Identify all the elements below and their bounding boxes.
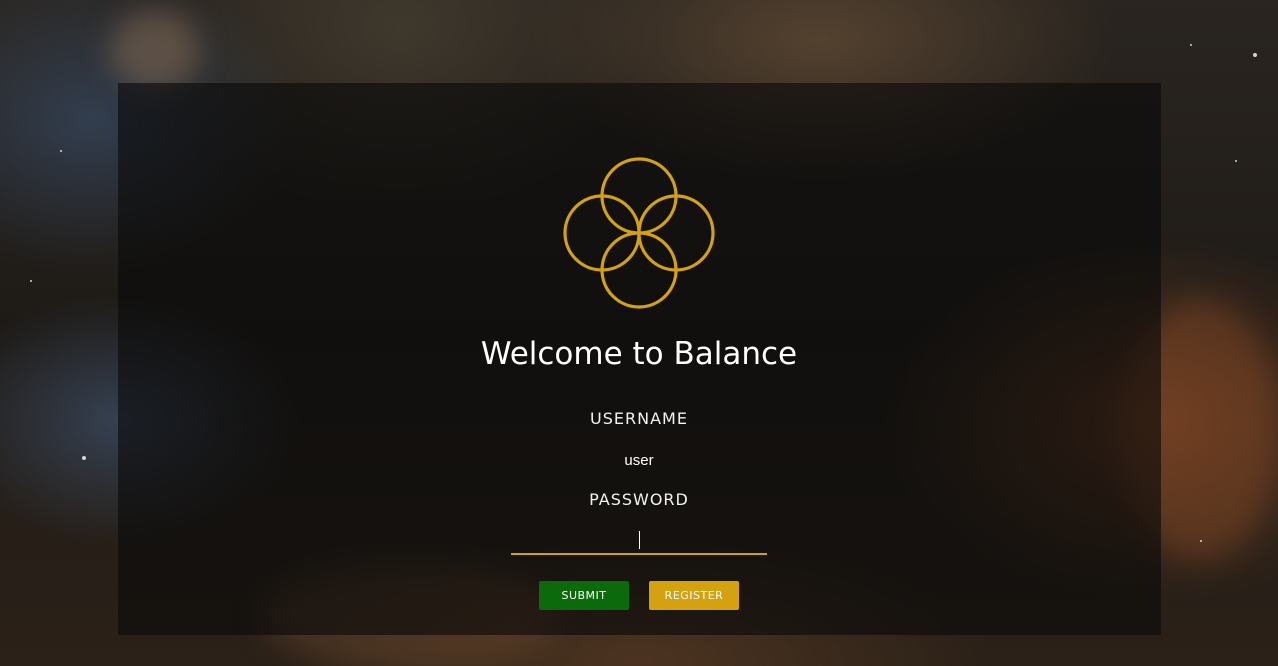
username-input[interactable]: [511, 448, 767, 472]
star: [1235, 160, 1237, 162]
star: [1200, 540, 1202, 542]
star: [30, 280, 32, 282]
star: [1190, 44, 1192, 46]
page-title: Welcome to Balance: [480, 336, 798, 372]
password-label: PASSWORD: [589, 490, 689, 509]
register-button[interactable]: REGISTER: [649, 581, 739, 610]
star: [82, 456, 86, 460]
nebula-wisp: [110, 10, 200, 90]
flower-of-life-icon: [563, 157, 715, 309]
star: [1253, 53, 1257, 57]
username-label: USERNAME: [590, 409, 688, 428]
text-caret: [639, 531, 640, 549]
star: [60, 150, 62, 152]
submit-button[interactable]: SUBMIT: [539, 581, 629, 610]
login-page: { "colors": { "accent": "#d4a20f", "subm…: [0, 0, 1278, 666]
